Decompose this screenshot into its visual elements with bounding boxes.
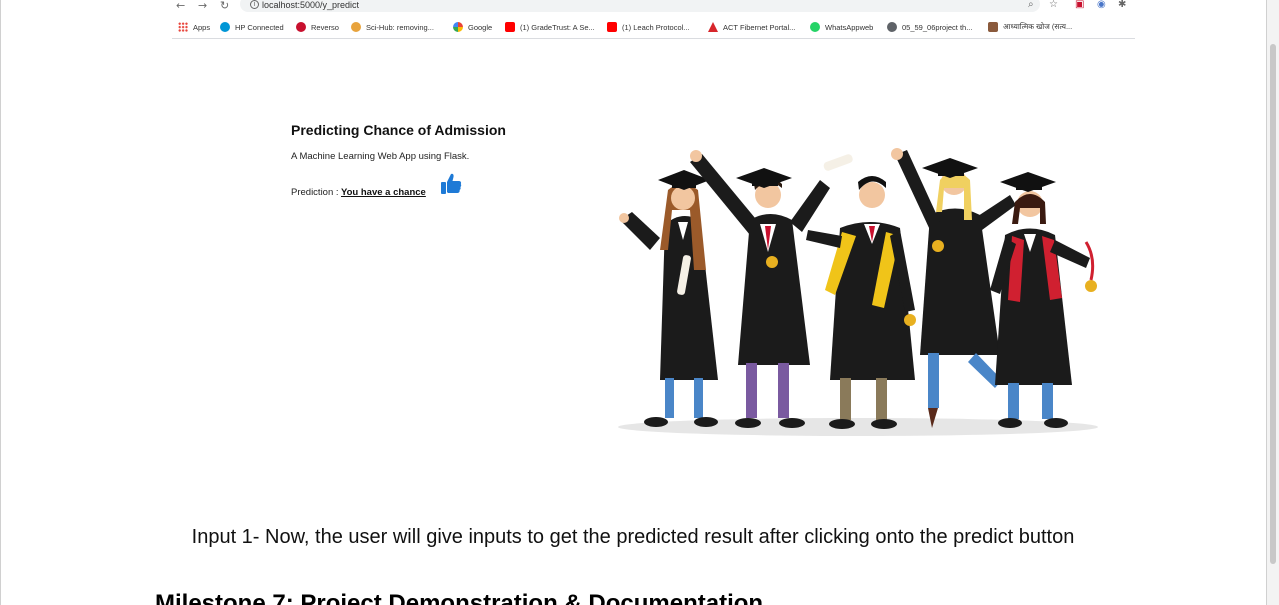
extension-circle-icon[interactable]: ◉ bbox=[1097, 0, 1106, 10]
extensions-puzzle-icon[interactable]: ✱ bbox=[1118, 0, 1126, 10]
bookmark-label: आध्यात्मिक खोज (सत्य... bbox=[1003, 22, 1073, 31]
bookmark-spiritual[interactable]: आध्यात्मिक खोज (सत्य... bbox=[988, 22, 1072, 32]
act-icon bbox=[708, 22, 718, 32]
bookmark-google[interactable]: Google bbox=[453, 22, 492, 32]
ground-shadow bbox=[618, 418, 1098, 436]
bookmark-hp-connected[interactable]: HP Connected bbox=[220, 22, 284, 32]
youtube-icon bbox=[505, 22, 515, 32]
bookmark-label: ACT Fibernet Portal... bbox=[723, 22, 796, 32]
star-icon[interactable]: ☆ bbox=[1049, 0, 1058, 10]
bookmark-leach-protocol[interactable]: (1) Leach Protocol... bbox=[607, 22, 690, 32]
site-icon bbox=[988, 22, 998, 32]
scrollbar-thumb[interactable] bbox=[1270, 44, 1276, 564]
address-bar[interactable] bbox=[240, 0, 1040, 12]
app-subtitle: A Machine Learning Web App using Flask. bbox=[291, 151, 470, 162]
document-left-edge bbox=[0, 0, 1, 605]
whatsapp-icon bbox=[810, 22, 820, 32]
bookmarks-divider bbox=[172, 38, 1135, 39]
reload-icon[interactable]: ↻ bbox=[220, 0, 229, 12]
youtube-icon bbox=[607, 22, 617, 32]
app-title: Predicting Chance of Admission bbox=[291, 122, 506, 138]
apps-grid-icon bbox=[178, 22, 188, 32]
graduates-illustration bbox=[618, 148, 1098, 436]
zoom-icon[interactable]: ⌕ bbox=[1028, 0, 1034, 10]
bookmark-label: Apps bbox=[193, 22, 211, 32]
bookmark-label: 05_59_06project th... bbox=[902, 22, 973, 32]
hp-icon bbox=[220, 22, 230, 32]
graduate-figure-2 bbox=[690, 150, 830, 428]
bookmark-label: (1) GradeTrust: A Se... bbox=[520, 22, 595, 32]
bookmark-label: Reverso bbox=[311, 22, 339, 32]
url-text[interactable]: localhost:5000/y_predict bbox=[262, 0, 359, 10]
bookmark-scihub[interactable]: Sci-Hub: removing... bbox=[351, 22, 434, 32]
bookmark-label: Google bbox=[468, 22, 493, 32]
thumbs-up-icon bbox=[441, 173, 462, 194]
embedded-browser-screenshot: ← → ↻ i localhost:5000/y_predict ⌕ ☆ ▣ ◉… bbox=[172, 0, 1135, 40]
bookmark-reverso[interactable]: Reverso bbox=[296, 22, 339, 32]
bookmark-apps[interactable]: Apps bbox=[178, 22, 210, 32]
bookmark-act-fibernet[interactable]: ACT Fibernet Portal... bbox=[708, 22, 795, 32]
bookmark-label: (1) Leach Protocol... bbox=[622, 22, 690, 32]
bookmark-label: HP Connected bbox=[235, 22, 284, 32]
section-heading: Milestone 7: Project Demonstration & Doc… bbox=[155, 590, 764, 605]
bookmark-label: WhatsAppweb bbox=[825, 22, 874, 32]
bookmark-gradetrust[interactable]: (1) GradeTrust: A Se... bbox=[505, 22, 595, 32]
scihub-icon bbox=[351, 22, 361, 32]
google-icon bbox=[453, 22, 463, 32]
reverso-icon bbox=[296, 22, 306, 32]
prediction-label: Prediction : bbox=[291, 187, 339, 198]
bookmark-label: Sci-Hub: removing... bbox=[366, 22, 434, 32]
back-icon[interactable]: ← bbox=[176, 0, 185, 12]
address-row: ← → ↻ i localhost:5000/y_predict ⌕ ☆ ▣ ◉… bbox=[172, 0, 1135, 14]
prediction-value: You have a chance bbox=[341, 187, 426, 198]
bookmark-whatsapp[interactable]: WhatsAppweb bbox=[810, 22, 873, 32]
info-icon[interactable]: i bbox=[250, 0, 259, 9]
globe-icon bbox=[887, 22, 897, 32]
figure-caption: Input 1- Now, the user will give inputs … bbox=[191, 526, 1075, 548]
bookmark-project[interactable]: 05_59_06project th... bbox=[887, 22, 972, 32]
forward-icon[interactable]: → bbox=[198, 0, 207, 12]
bookmarks-bar: Apps HP Connected Reverso Sci-Hub: remov… bbox=[172, 18, 1135, 36]
extension-shield-icon[interactable]: ▣ bbox=[1075, 0, 1084, 10]
graduate-figure-1 bbox=[619, 170, 718, 427]
